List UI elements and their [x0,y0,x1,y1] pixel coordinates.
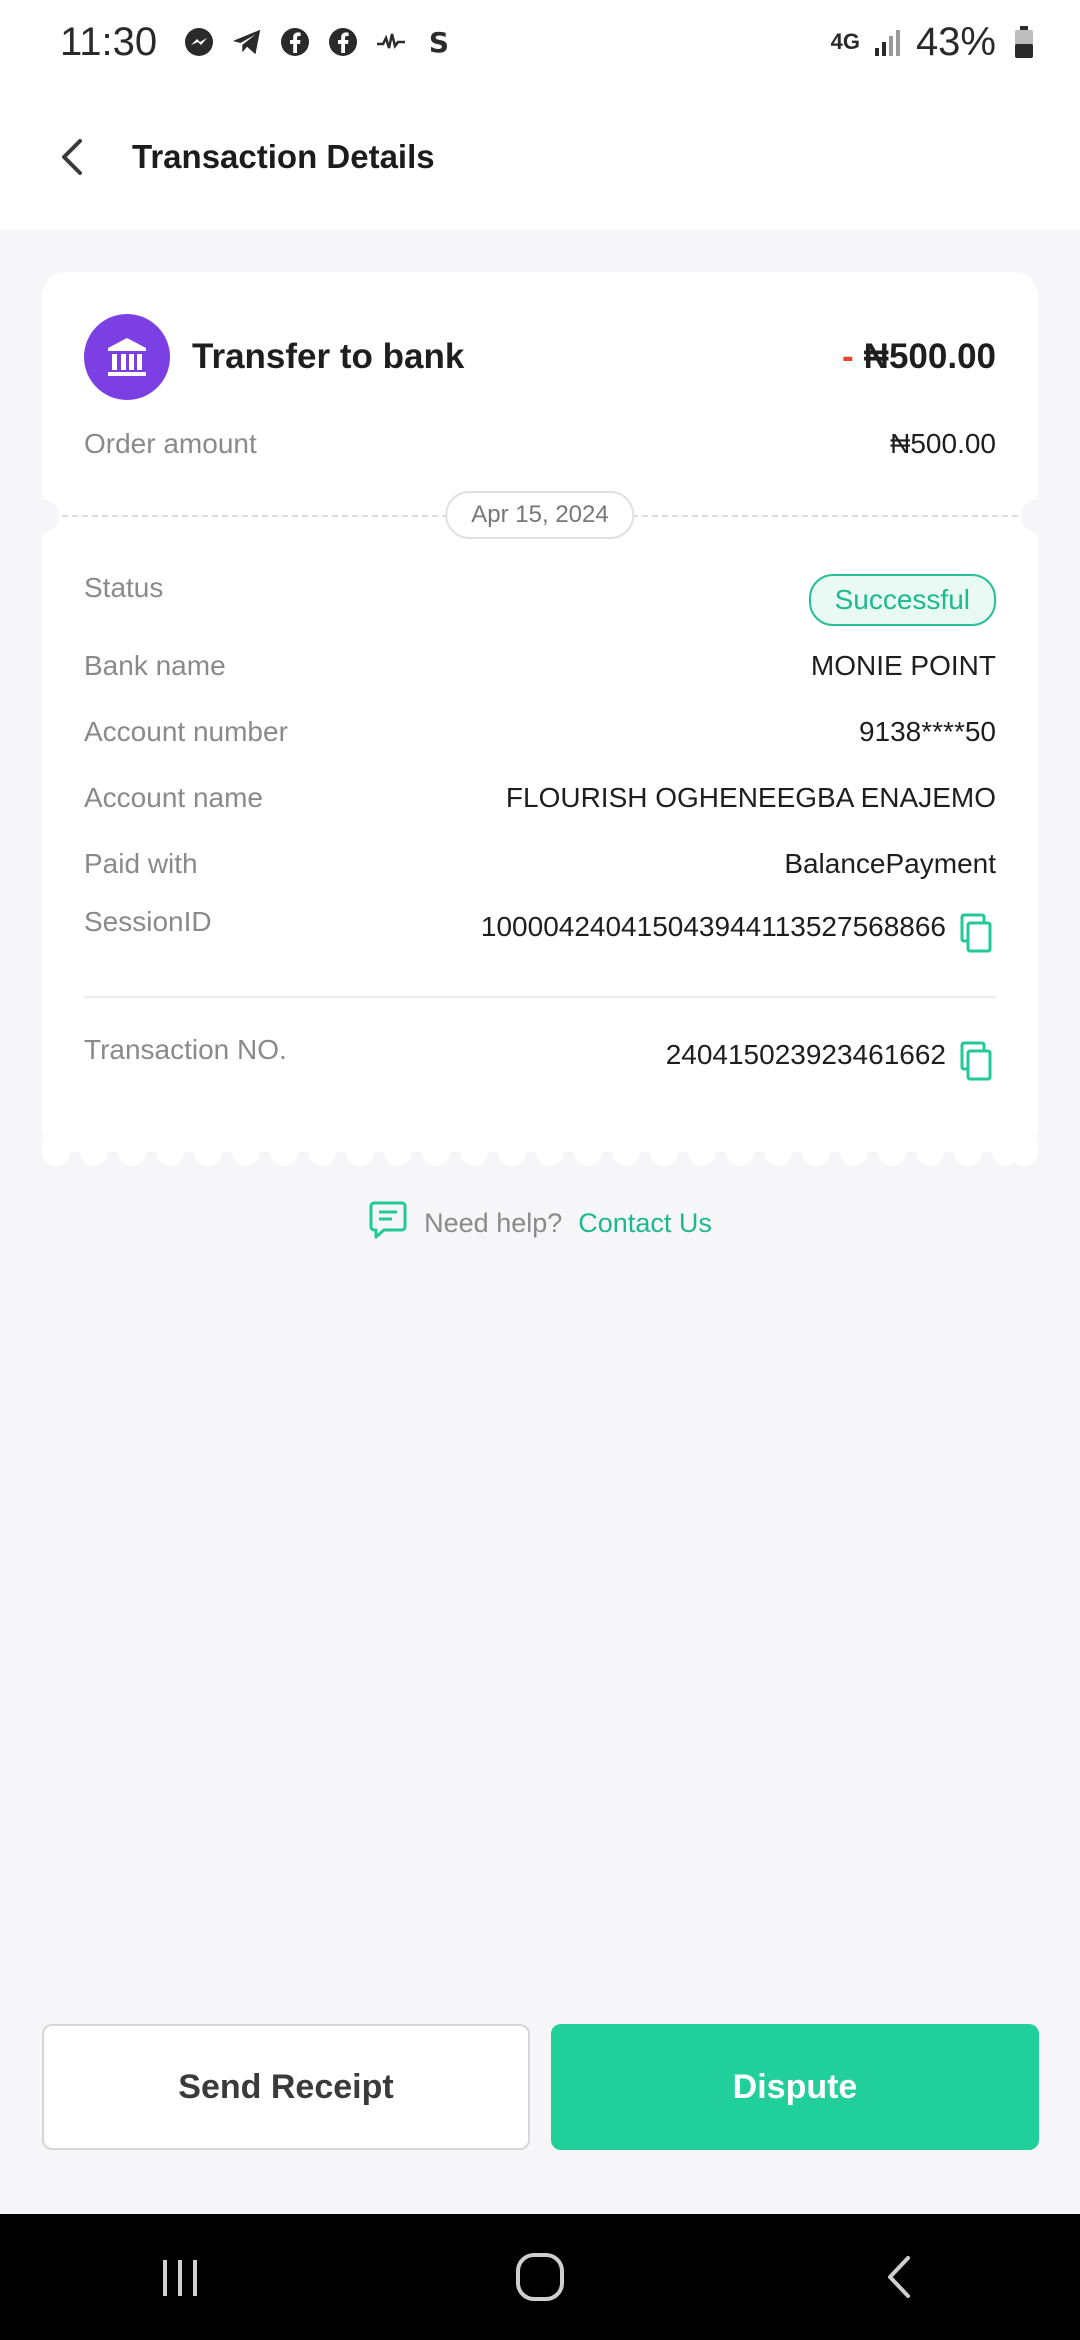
home-button[interactable] [480,2227,600,2327]
session-id-value: 100004240415043944113527568866 [480,911,946,942]
bank-icon [84,314,170,400]
copy-icon[interactable] [956,1039,996,1081]
back-button[interactable] [32,117,112,197]
transaction-no-label: Transaction NO. [84,1034,287,1065]
app-s-icon: S [423,26,455,58]
recent-apps-button[interactable] [120,2227,240,2327]
telegram-icon [231,26,263,58]
transaction-no-row: Transaction NO. 240415023923461662 [84,1034,996,1084]
messenger-icon [183,26,215,58]
help-row: Need help? Contact Us [0,1195,1080,1251]
amount-sign: - [842,337,854,376]
home-icon [516,2253,564,2301]
battery-level: 43% [915,19,996,64]
order-amount-row: Order amount ₦500.00 [84,424,996,464]
contact-us-link[interactable]: Contact Us [578,1208,712,1239]
account-name-label: Account name [84,782,263,813]
cell-signal-icon [872,26,904,58]
chevron-left-icon [62,139,82,175]
signal-wave-icon [375,26,407,58]
amount-value: ₦500.00 [863,337,996,376]
network-type: 4G [830,29,860,54]
card-notch-left [25,499,59,533]
account-number-row: Account number 9138****50 [84,712,996,752]
transaction-no-value: 240415023923461662 [665,1039,946,1070]
order-amount-value: ₦500.00 [890,428,996,459]
recent-apps-icon [163,2260,197,2296]
status-label: Status [84,572,164,603]
status-badge: Successful [808,574,996,626]
account-number-label: Account number [84,716,288,747]
page-title: Transaction Details [132,138,435,175]
transaction-no-group: 240415023923461662 [665,1039,996,1081]
account-name-row: Account name FLOURISH OGHENEEGBA ENAJEMO [84,778,996,818]
status-bar: 11:30 S 4G 43% [0,0,1080,84]
facebook-icon [279,26,311,58]
bank-name-label: Bank name [84,650,226,681]
send-receipt-button[interactable]: Send Receipt [42,2024,530,2150]
clock: 11:30 [60,19,158,64]
back-arrow-icon [888,2256,910,2298]
account-name-value: FLOURISH OGHENEEGBA ENAJEMO [505,782,996,813]
copy-icon[interactable] [956,911,996,953]
transaction-type: Transfer to bank [84,314,464,400]
order-amount-label: Order amount [84,428,257,459]
session-id-group: 100004240415043944113527568866 [480,911,996,953]
transaction-title: Transfer to bank [192,337,465,376]
section-divider [84,996,996,998]
card-notch-right [1021,499,1055,533]
paid-with-value: BalancePayment [784,848,996,879]
transaction-summary: Transfer to bank - ₦500.00 [84,314,996,400]
account-number-value: 9138****50 [858,716,996,747]
status-left: 11:30 S [60,20,455,65]
app-header: Transaction Details [0,84,1080,230]
chat-icon [368,1199,408,1248]
transaction-amount: - ₦500.00 [842,337,996,377]
transaction-date: Apr 15, 2024 [445,491,635,539]
help-text: Need help? [424,1207,563,1238]
svg-text:S: S [429,26,449,58]
card-scallop-edge [42,1138,1038,1166]
transaction-card: Transfer to bank - ₦500.00 Order amount ₦… [25,272,1055,1152]
bank-name-row: Bank name MONIE POINT [84,646,996,686]
status-right: 4G 43% [831,20,1040,65]
paid-with-label: Paid with [84,848,198,879]
session-id-label: SessionID [84,906,212,937]
battery-icon [1008,26,1040,58]
session-id-row: SessionID 100004240415043944113527568866 [84,906,996,956]
system-nav-bar [0,2214,1080,2340]
bank-name-value: MONIE POINT [810,650,996,681]
facebook-icon-2 [327,26,359,58]
status-row: Status Successful [84,572,996,628]
system-back-button[interactable] [840,2227,960,2327]
paid-with-row: Paid with BalancePayment [84,844,996,884]
dispute-button[interactable]: Dispute [551,2024,1039,2150]
